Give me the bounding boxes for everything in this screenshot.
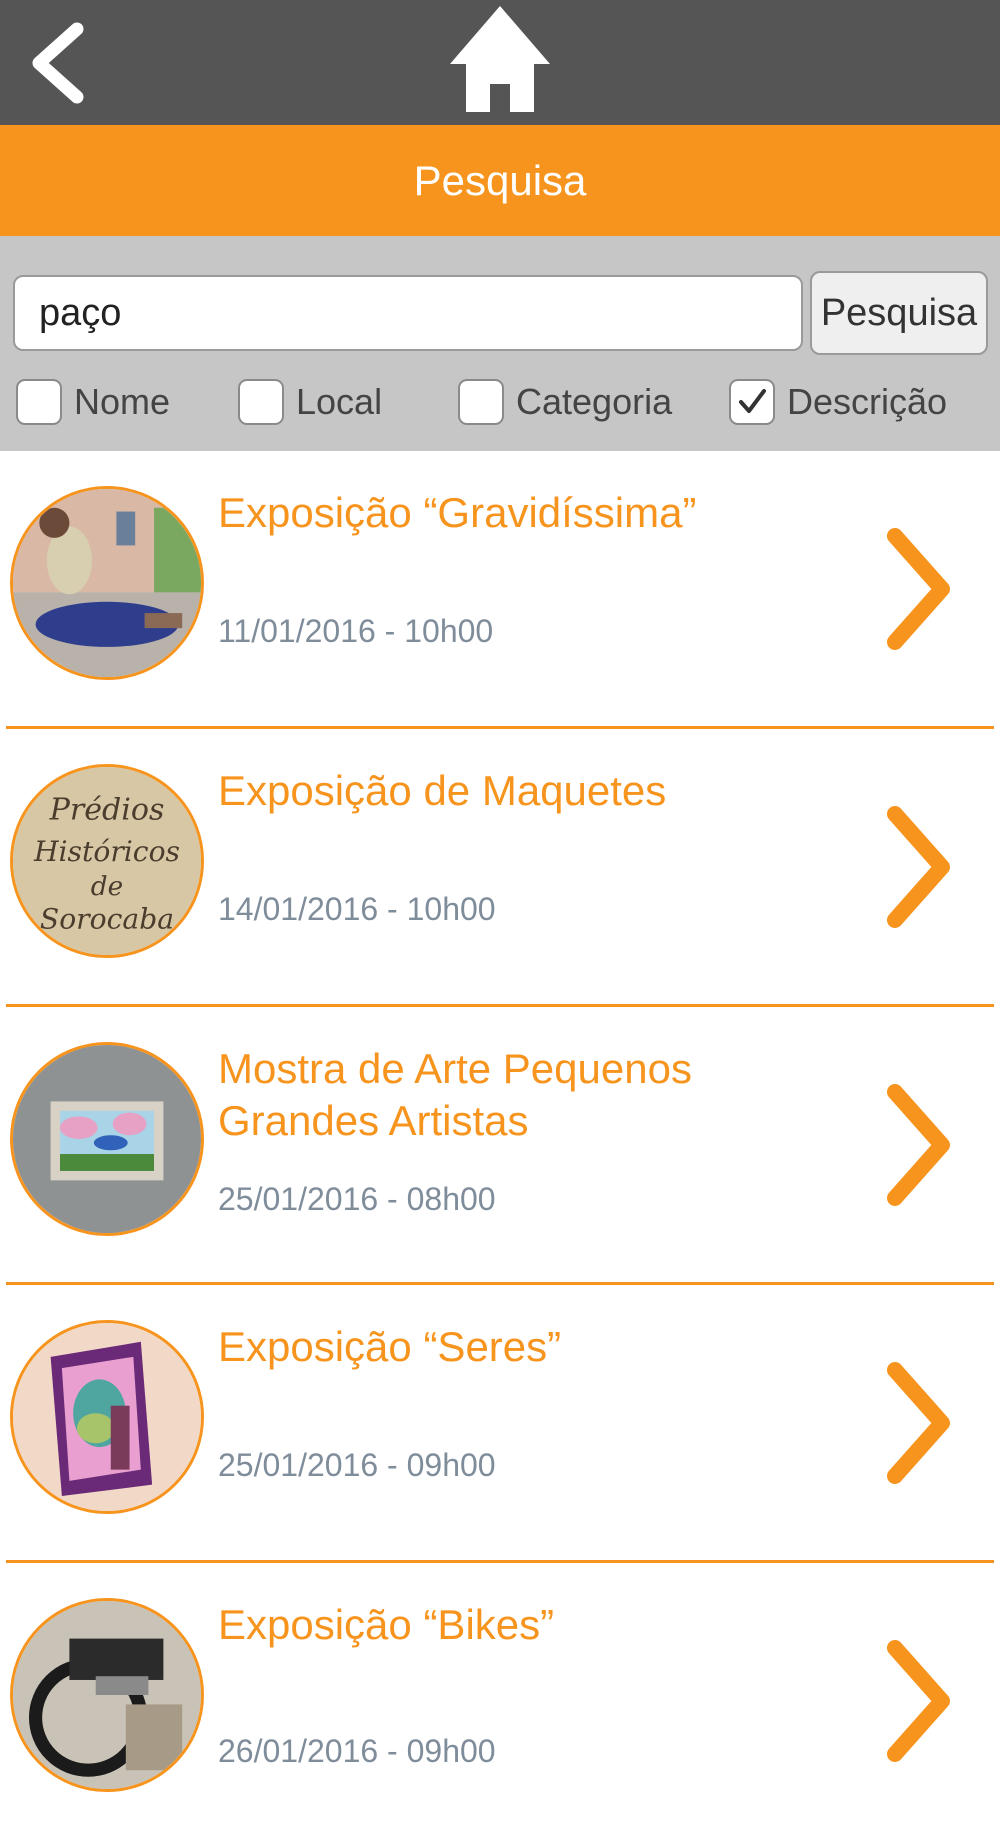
thumb-text-3: de (91, 872, 123, 902)
list-item[interactable]: Prédios Históricos de Sorocaba Exposição… (0, 729, 1000, 1007)
filter-nome[interactable]: Nome (16, 378, 170, 426)
filter-label-local: Local (296, 381, 383, 422)
filter-label-categoria: Categoria (516, 381, 673, 422)
event-date: 11/01/2016 - 10h00 (218, 613, 494, 649)
thumb-text-2: Históricos (33, 835, 180, 868)
search-input[interactable] (13, 275, 803, 351)
checkbox-categoria[interactable] (458, 379, 504, 425)
back-button[interactable] (22, 18, 92, 108)
filter-label-descricao: Descrição (787, 381, 948, 422)
event-thumbnail (10, 1042, 204, 1236)
event-date: 25/01/2016 - 09h00 (218, 1447, 496, 1483)
home-icon (450, 6, 550, 112)
event-title: Mostra de Arte Pequenos Grandes Artistas (218, 1045, 692, 1144)
thumb-text-4: Sorocaba (40, 903, 174, 936)
home-button[interactable] (448, 4, 552, 114)
filter-descricao[interactable]: Descrição (729, 378, 947, 426)
checkmark-icon (739, 389, 766, 413)
thumb-text-1: Prédios (49, 793, 165, 828)
filter-categoria[interactable]: Categoria (458, 378, 672, 426)
event-thumbnail (10, 486, 204, 680)
event-title: Exposição “Gravidíssima” (218, 489, 697, 536)
event-thumbnail (10, 1320, 204, 1514)
list-item[interactable]: Mostra de Arte Pequenos Grandes Artistas… (0, 1007, 1000, 1285)
list-item[interactable]: Exposição “Gravidíssima” 11/01/2016 - 10… (0, 451, 1000, 729)
event-title: Exposição “Bikes” (218, 1601, 555, 1648)
filter-label-nome: Nome (74, 381, 171, 422)
chevron-right-icon (887, 1362, 950, 1484)
event-title: Exposição “Seres” (218, 1323, 562, 1370)
chevron-right-icon (887, 806, 950, 928)
checkbox-local[interactable] (238, 379, 284, 425)
checkbox-descricao[interactable] (729, 379, 775, 425)
page-title: Pesquisa (413, 156, 587, 204)
event-date: 26/01/2016 - 09h00 (218, 1733, 496, 1769)
filter-local[interactable]: Local (238, 378, 382, 426)
search-button-label: Pesquisa (820, 291, 978, 334)
chevron-right-icon (887, 1084, 950, 1206)
event-date: 25/01/2016 - 08h00 (218, 1181, 496, 1217)
event-date: 14/01/2016 - 10h00 (218, 891, 496, 927)
top-bar (0, 0, 1000, 125)
checkbox-nome[interactable] (16, 379, 62, 425)
event-thumbnail: Prédios Históricos de Sorocaba (10, 764, 204, 958)
event-title: Exposição de Maquetes (218, 767, 667, 814)
list-item[interactable]: Exposição “Seres” 25/01/2016 - 09h00 (0, 1285, 1000, 1563)
list-item[interactable]: Exposição “Bikes” 26/01/2016 - 09h00 (0, 1563, 1000, 1841)
title-bar: Pesquisa (0, 125, 1000, 236)
event-thumbnail (10, 1598, 204, 1792)
chevron-left-icon (32, 22, 84, 104)
chevron-right-icon (887, 1640, 950, 1762)
search-button[interactable]: Pesquisa (810, 271, 988, 355)
chevron-right-icon (887, 528, 950, 650)
